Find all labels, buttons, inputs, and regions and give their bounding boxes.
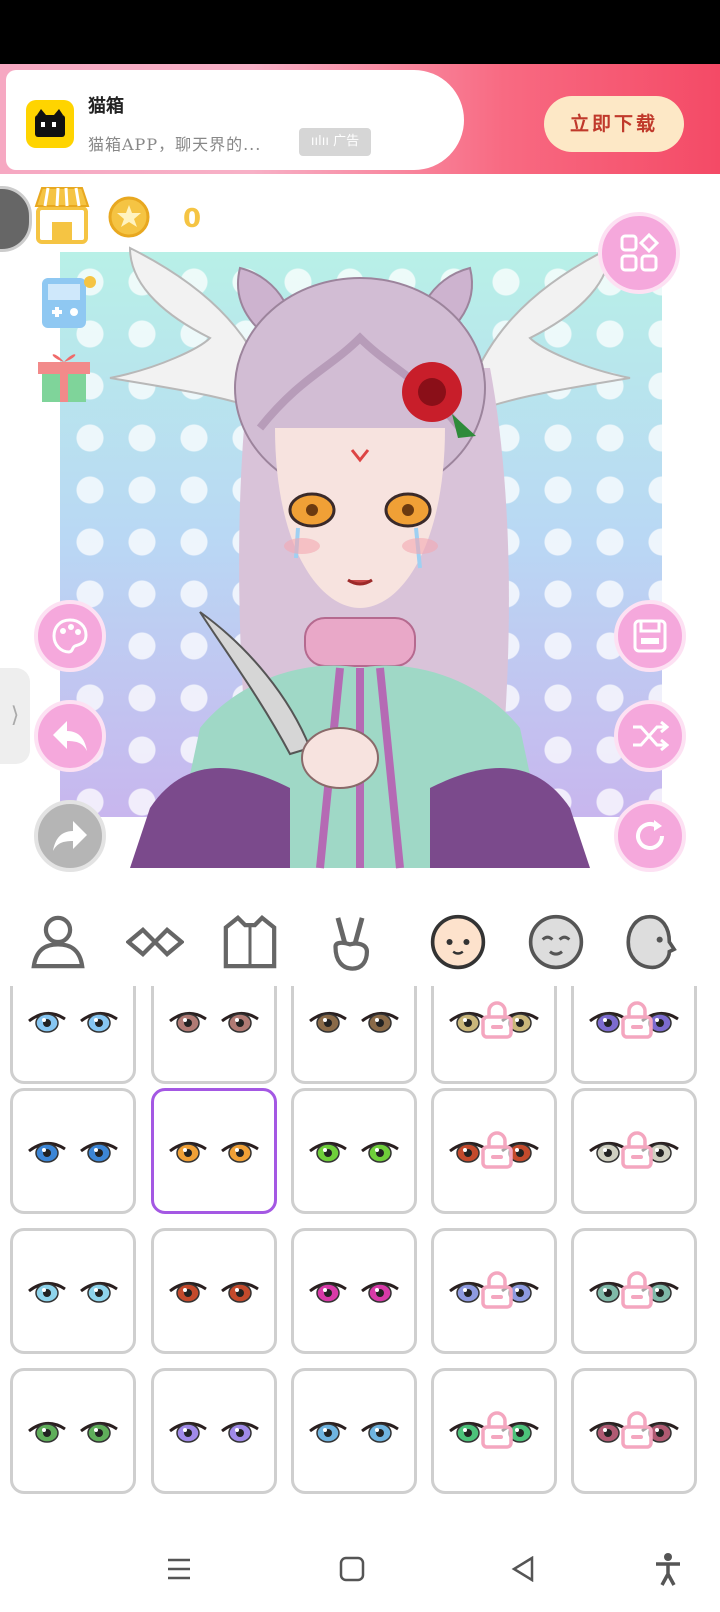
palette-button[interactable] (34, 600, 106, 672)
eyes-preview-icon (28, 1142, 118, 1163)
eyes-preview-icon (28, 1282, 118, 1303)
menu-icon[interactable] (166, 1556, 192, 1582)
eye-option-item[interactable] (151, 1088, 277, 1214)
lock-icon (481, 1001, 513, 1039)
coin-count: 0 (183, 204, 202, 234)
eyes-preview-icon (169, 1422, 259, 1443)
shuffle-icon (633, 720, 669, 752)
profile-face-icon (626, 914, 677, 970)
eyes-preview-icon (28, 1422, 118, 1443)
ad-title: 猫箱 (88, 96, 124, 117)
palette-icon (52, 618, 88, 654)
shuffle-button[interactable] (614, 700, 686, 772)
lock-icon (621, 1001, 653, 1039)
eye-option-item[interactable] (571, 1228, 697, 1354)
shop-icon[interactable] (32, 184, 92, 246)
eyes-preview-icon (309, 1142, 399, 1163)
eye-option-item[interactable] (10, 1368, 136, 1494)
back-icon[interactable] (510, 1556, 536, 1582)
eyes-preview-icon (169, 1282, 259, 1303)
eye-option-item[interactable] (431, 1088, 557, 1214)
category-menu-button[interactable] (598, 212, 680, 294)
reset-button[interactable] (614, 800, 686, 872)
anime-character-illustration (109, 246, 631, 869)
lock-icon (481, 1271, 513, 1309)
eye-option-item[interactable] (10, 1088, 136, 1214)
category-tabs (0, 898, 720, 986)
lock-icon (621, 1271, 653, 1309)
refresh-icon (636, 820, 664, 850)
side-drawer-tab[interactable]: ⟩ (0, 668, 30, 764)
gift-icon[interactable] (34, 346, 94, 406)
person-icon (31, 915, 85, 969)
home-icon[interactable] (339, 1556, 365, 1582)
tab-body[interactable] (18, 898, 98, 986)
tab-clothes[interactable] (210, 898, 290, 986)
save-disk-icon (633, 619, 667, 653)
smile-face-icon (528, 914, 584, 970)
status-bar (0, 0, 720, 64)
eyes-preview-icon (309, 1282, 399, 1303)
ad-app-logo (26, 100, 74, 148)
eye-option-item[interactable] (10, 986, 136, 1084)
floating-assistant-button[interactable] (0, 186, 32, 252)
tab-side-face[interactable] (610, 898, 690, 986)
ad-tag-signal: ıılıı (310, 134, 329, 149)
lock-icon (621, 1131, 653, 1169)
eye-option-item[interactable] (291, 1088, 417, 1214)
eye-option-item[interactable] (431, 1368, 557, 1494)
redo-button[interactable] (34, 800, 106, 872)
undo-button[interactable] (34, 700, 106, 772)
lock-icon (481, 1131, 513, 1169)
eyes-preview-icon (169, 1142, 259, 1163)
eyes-preview-icon (309, 1422, 399, 1443)
ad-description: 猫箱APP，聊天界的... (88, 135, 262, 154)
eye-option-item[interactable] (291, 1228, 417, 1354)
eye-option-item[interactable] (571, 1368, 697, 1494)
system-nav-bar (0, 1526, 720, 1612)
coin-icon (108, 196, 150, 238)
face-icon (430, 914, 486, 970)
eye-option-item[interactable] (10, 1228, 136, 1354)
lock-icon (621, 1411, 653, 1449)
eyes-preview-icon (169, 1012, 259, 1033)
lock-icon (481, 1411, 513, 1449)
grid-shapes-icon (620, 233, 659, 272)
eye-option-item[interactable] (151, 986, 277, 1084)
tab-expression[interactable] (516, 898, 596, 986)
accessibility-icon[interactable] (654, 1552, 682, 1586)
mask-icon (126, 927, 184, 957)
eye-option-item[interactable] (571, 1088, 697, 1214)
game-console-icon[interactable] (38, 272, 98, 332)
save-button[interactable] (614, 600, 686, 672)
victory-hand-icon (333, 917, 370, 971)
eye-option-item[interactable] (291, 1368, 417, 1494)
eyes-preview-icon (309, 1012, 399, 1033)
eye-options-grid (0, 986, 720, 1526)
eye-option-item[interactable] (151, 1228, 277, 1354)
undo-arrow-icon (53, 721, 87, 751)
eye-option-item[interactable] (431, 986, 557, 1084)
eyes-preview-icon (28, 1012, 118, 1033)
cat-box-icon (35, 109, 65, 137)
eye-option-item[interactable] (291, 986, 417, 1084)
eye-option-item[interactable] (151, 1368, 277, 1494)
ad-tag-label: 广告 (333, 134, 360, 149)
ad-tag: ıılıı 广告 (299, 128, 371, 156)
tab-face[interactable] (418, 898, 498, 986)
tab-eyebrows[interactable] (115, 898, 195, 986)
eye-option-item[interactable] (571, 986, 697, 1084)
ad-card[interactable] (6, 70, 464, 170)
download-button[interactable]: 立即下载 (544, 96, 684, 152)
shirt-icon (223, 914, 277, 969)
redo-arrow-icon (53, 821, 87, 851)
eye-option-item[interactable] (431, 1228, 557, 1354)
tab-pose[interactable] (310, 898, 390, 986)
